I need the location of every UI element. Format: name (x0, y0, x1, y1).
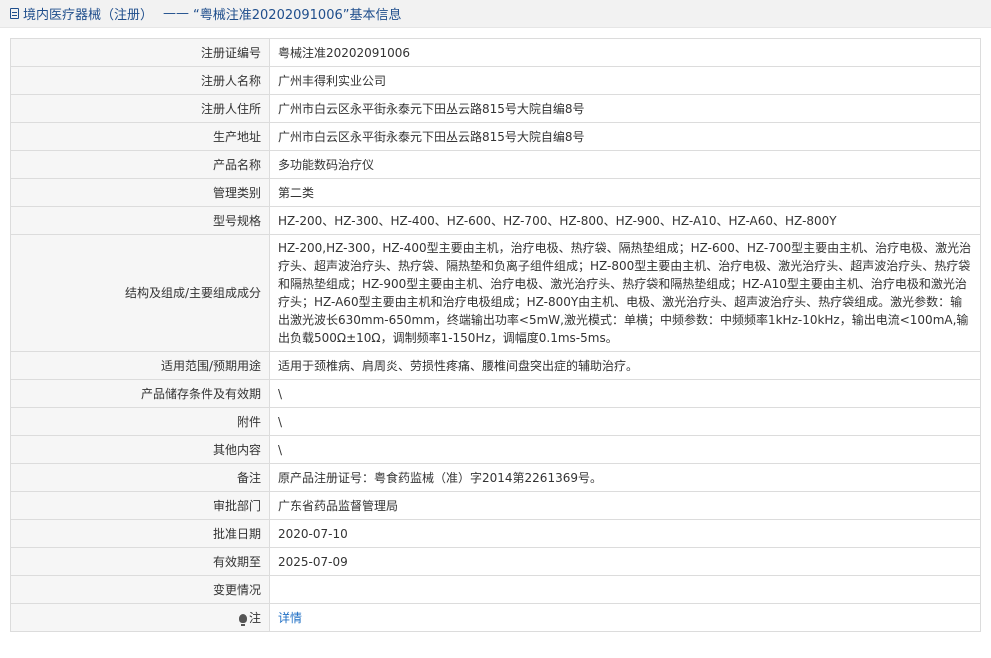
field-value: 2020-07-10 (269, 519, 981, 548)
table-row: 审批部门 广东省药品监督管理局 (10, 491, 981, 520)
field-label: 注册人名称 (10, 66, 270, 95)
field-label: 生产地址 (10, 122, 270, 151)
note-label: 注 (10, 603, 270, 632)
header-separator: —— (163, 6, 190, 21)
table-row: 生产地址 广州市白云区永平街永泰元下田丛云路815号大院自编8号 (10, 122, 981, 151)
field-value: \ (269, 407, 981, 436)
field-label: 注册人住所 (10, 94, 270, 123)
field-label: 型号规格 (10, 206, 270, 235)
field-label: 有效期至 (10, 547, 270, 576)
info-table: 注册证编号 粤械注准20202091006 注册人名称 广州丰得利实业公司 注册人住所广… (10, 38, 981, 632)
field-label: 结构及组成/主要组成成分 (10, 234, 270, 352)
field-label: 审批部门 (10, 491, 270, 520)
note-row: 注 详情 (10, 603, 981, 632)
table-row: 结构及组成/主要组成成分 HZ-200,HZ-300，HZ-400型主要由主机，治… (10, 234, 981, 352)
field-label: 产品储存条件及有效期 (10, 379, 270, 408)
table-row: 注册证编号 粤械注准20202091006 (10, 38, 981, 67)
table-row: 批准日期 2020-07-10 (10, 519, 981, 548)
field-value (269, 575, 981, 604)
field-label: 其他内容 (10, 435, 270, 464)
field-value: \ (269, 379, 981, 408)
field-label: 适用范围/预期用途 (10, 351, 270, 380)
field-value: 粤械注准20202091006 (269, 38, 981, 67)
field-label: 备注 (10, 463, 270, 492)
table-row: 注册人住所 广州市白云区永平街永泰元下田丛云路815号大院自编8号 (10, 94, 981, 123)
table-row: 附件 \ (10, 407, 981, 436)
table-row: 产品名称 多功能数码治疗仪 (10, 150, 981, 179)
field-value: 2025-07-09 (269, 547, 981, 576)
field-value: \ (269, 435, 981, 464)
note-value: 详情 (269, 603, 981, 632)
lightbulb-icon (238, 613, 247, 626)
details-link[interactable]: 详情 (278, 611, 302, 625)
field-value: 适用于颈椎病、肩周炎、劳损性疼痛、腰椎间盘突出症的辅助治疗。 (269, 351, 981, 380)
field-label: 变更情况 (10, 575, 270, 604)
field-value: 第二类 (269, 178, 981, 207)
field-label: 管理类别 (10, 178, 270, 207)
table-row: 备注 原产品注册证号：粤食药监械（准）字2014第2261369号。 (10, 463, 981, 492)
field-value: 广东省药品监督管理局 (269, 491, 981, 520)
document-icon (10, 8, 19, 19)
header-category: 境内医疗器械（注册） (23, 8, 154, 23)
field-value: HZ-200、HZ-300、HZ-400、HZ-600、HZ-700、HZ-80… (269, 206, 981, 235)
field-label: 注册证编号 (10, 38, 270, 67)
field-value: 多功能数码治疗仪 (269, 150, 981, 179)
header-title: “粤械注准20202091006”基本信息 (193, 8, 402, 23)
field-value: 广州市白云区永平街永泰元下田丛云路815号大院自编8号 (269, 122, 981, 151)
field-label: 批准日期 (10, 519, 270, 548)
page-header: 境内医疗器械（注册） —— “粤械注准20202091006”基本信息 (0, 0, 991, 28)
field-value: HZ-200,HZ-300，HZ-400型主要由主机，治疗电极、热疗袋、隔热垫组… (269, 234, 981, 352)
table-row: 注册人名称 广州丰得利实业公司 (10, 66, 981, 95)
table-row: 管理类别 第二类 (10, 178, 981, 207)
table-row: 变更情况 (10, 575, 981, 604)
field-value: 原产品注册证号：粤食药监械（准）字2014第2261369号。 (269, 463, 981, 492)
field-label: 附件 (10, 407, 270, 436)
table-row: 其他内容 \ (10, 435, 981, 464)
table-row: 有效期至 2025-07-09 (10, 547, 981, 576)
field-value: 广州市白云区永平街永泰元下田丛云路815号大院自编8号 (269, 94, 981, 123)
table-row: 产品储存条件及有效期 \ (10, 379, 981, 408)
field-label: 产品名称 (10, 150, 270, 179)
field-value: 广州丰得利实业公司 (269, 66, 981, 95)
note-label-text: 注 (248, 610, 261, 625)
table-row: 适用范围/预期用途 适用于颈椎病、肩周炎、劳损性疼痛、腰椎间盘突出症的辅助治疗。 (10, 351, 981, 380)
table-row: 型号规格 HZ-200、HZ-300、HZ-400、HZ-600、HZ-700、H… (10, 206, 981, 235)
